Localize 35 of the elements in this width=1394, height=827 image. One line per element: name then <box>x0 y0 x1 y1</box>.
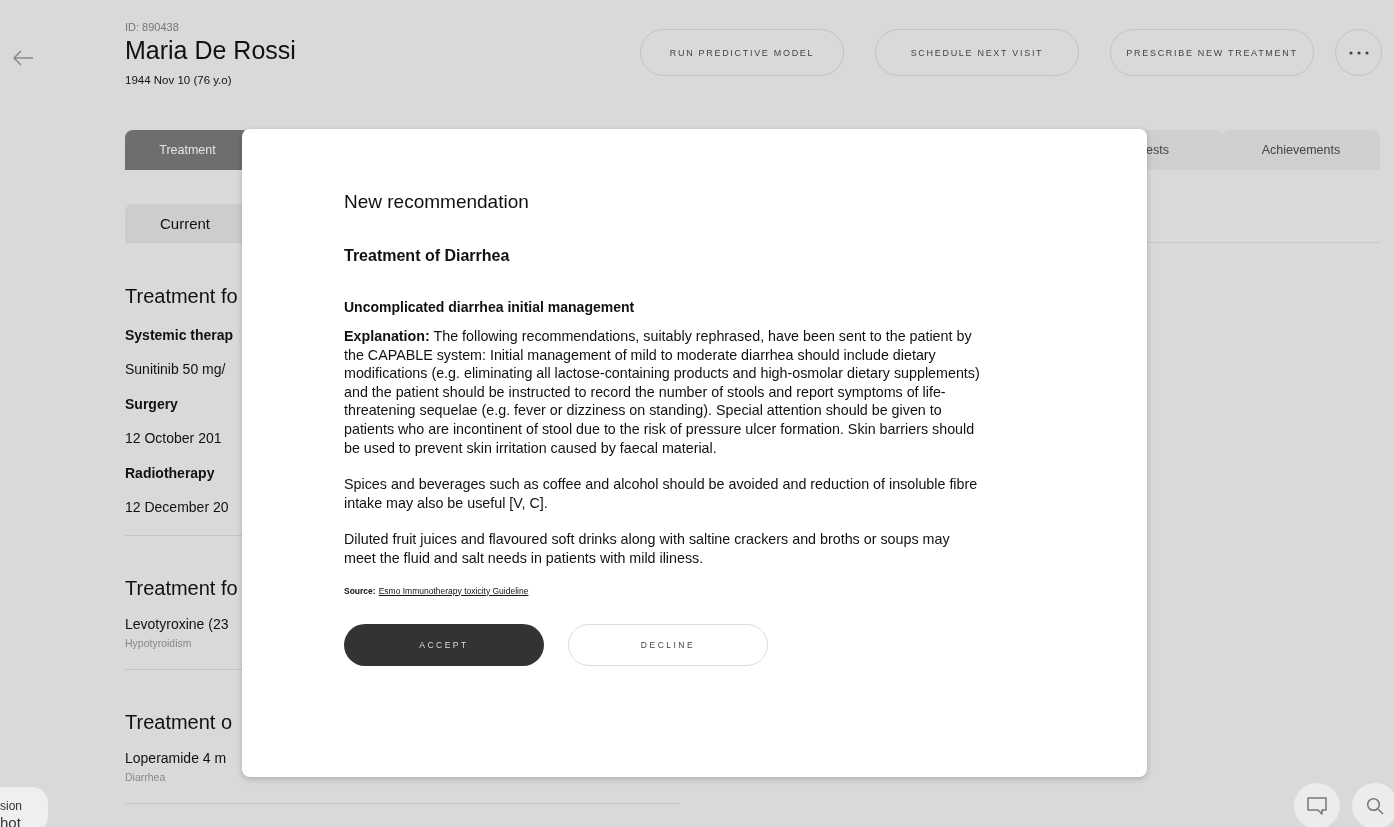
section-title: Treatment fo <box>125 284 238 308</box>
birth-date: 1944 Nov 10 (76 y.o) <box>125 74 233 86</box>
chat-button[interactable] <box>1294 783 1340 827</box>
item-value: Loperamide 4 m <box>125 750 227 766</box>
section-title: Treatment o <box>125 710 233 734</box>
item-heading: Radiotherapy <box>125 465 215 481</box>
subtab[interactable]: Current <box>125 204 245 242</box>
dialog-title: New recommendation <box>344 191 530 213</box>
recommendation-paragraph: Diluted fruit juices and flavoured soft drinks along with saltine crackers and broths or soups may meet the fluid and salt needs in patients with mild iliness. <box>344 530 951 568</box>
item-value: Sunitinib 50 mg/ <box>125 361 226 377</box>
tab[interactable]: Achievements <box>1222 130 1380 170</box>
source-link[interactable]: Esmo Immunotherapy toxicity Guideline <box>378 585 529 596</box>
back-arrow-icon[interactable] <box>12 50 34 66</box>
patient-id: ID: 890438 <box>125 21 180 33</box>
search-icon <box>1366 797 1384 815</box>
accept-button[interactable]: ACCEPT <box>344 623 544 666</box>
item-heading: Systemic therap <box>125 327 234 343</box>
section-title: Treatment fo <box>125 576 238 600</box>
item-value: 12 December 20 <box>125 499 229 515</box>
item-note: Hypotyroidism <box>125 637 192 649</box>
item-value: 12 October 201 <box>125 430 222 446</box>
item-value: Levotyroxine (23 <box>125 616 229 632</box>
decline-button[interactable]: DECLINE <box>568 623 768 666</box>
search-button[interactable] <box>1352 783 1394 827</box>
more-dots-icon <box>1348 50 1369 55</box>
recommendation-subject: Treatment of Diarrhea <box>344 247 511 265</box>
recommendation-paragraph: Spices and beverages such as coffee and alcohol should be avoided and reduction of insoluble fibre intake may also be useful [V, C]. <box>344 475 979 513</box>
source-label: Source: <box>344 585 376 596</box>
patient-name: Maria De Rossi <box>125 36 296 65</box>
recommendation-heading: Uncomplicated diarrhea initial management <box>344 299 636 315</box>
recommendation-paragraph: Explanation: The following recommendations, suitably rephrased, have been sent to the patient by the CAPABLE system: Initial management of mild to moderate diarrhea should include dietary modifications (e.g. eliminating all lactose-containing products and high-osmolar dietary supplements) and the patient should be instructed to record the number of stools and report symptoms of life-threatening sequelae (e.g. fever or dizziness on standing). Special attention should be given to patients who are incontinent of stool due to the risk of pressure ulcer formation. Skin barriers should be used to prevent skin irritation caused by faecal material. <box>344 327 981 458</box>
chat-widget-text: sion <box>0 799 22 813</box>
item-note: Diarrhea <box>125 771 166 783</box>
speech-bubble-icon <box>1307 797 1327 815</box>
item-heading: Surgery <box>125 396 178 412</box>
